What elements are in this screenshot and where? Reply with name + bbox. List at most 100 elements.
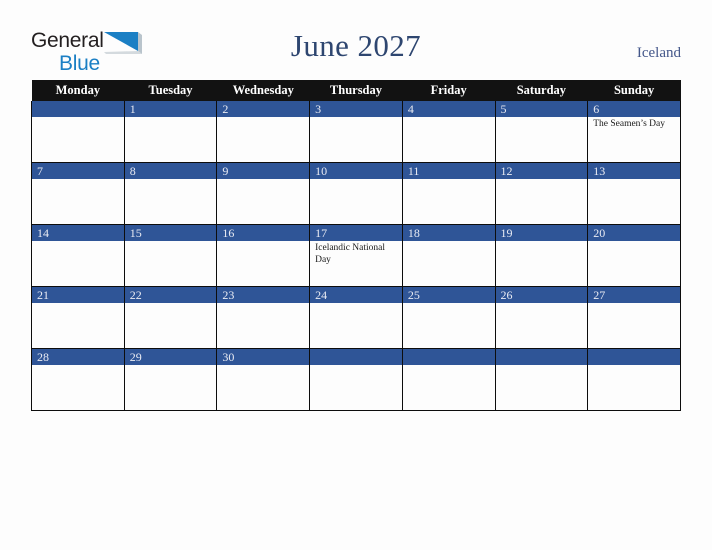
day-cell[interactable]	[401, 348, 496, 411]
calendar-container: Monday Tuesday Wednesday Thursday Friday…	[31, 80, 681, 411]
day-event	[588, 303, 680, 305]
day-event	[496, 179, 588, 181]
weekday-header-wednesday: Wednesday	[216, 80, 310, 101]
day-event	[32, 365, 124, 367]
day-event	[588, 365, 680, 367]
day-cell[interactable]: 24	[309, 286, 403, 349]
day-cell[interactable]: 1	[123, 101, 218, 163]
day-number: 19	[495, 225, 588, 241]
day-number: 3	[310, 101, 402, 117]
day-cell[interactable]: 19	[494, 224, 589, 287]
day-event: The Seamen’s Day	[593, 119, 665, 129]
day-event	[496, 241, 588, 243]
day-number: 1	[124, 101, 217, 117]
day-cell[interactable]	[31, 101, 125, 163]
day-cell[interactable]: 18	[401, 224, 496, 287]
day-number: 14	[32, 225, 124, 241]
day-number: 9	[217, 163, 310, 179]
day-number: 6	[588, 101, 680, 117]
day-event	[125, 365, 217, 367]
day-event	[32, 179, 124, 181]
day-number: 20	[588, 225, 680, 241]
day-cell[interactable]: 15	[123, 224, 218, 287]
weekday-header-monday: Monday	[31, 80, 125, 101]
day-cell[interactable]: 30	[216, 348, 311, 411]
weekday-header-row: Monday Tuesday Wednesday Thursday Friday…	[31, 80, 681, 101]
day-event: Icelandic National Day	[315, 243, 386, 265]
day-cell[interactable]: 14	[31, 224, 125, 287]
day-number: 27	[588, 287, 680, 303]
day-event	[403, 365, 495, 367]
day-cell[interactable]: 23	[216, 286, 311, 349]
day-cell[interactable]: 26	[494, 286, 589, 349]
day-cell[interactable]: 2	[216, 101, 311, 163]
day-cell[interactable]: 8	[123, 162, 218, 225]
day-number: 24	[310, 287, 402, 303]
day-event	[496, 117, 588, 119]
day-number	[588, 349, 680, 365]
calendar-body: 1 2 3 4 5 6 The Seamen’s Day 7 8 9 10 11…	[31, 101, 681, 411]
day-number: 29	[124, 349, 217, 365]
day-cell[interactable]: 16	[216, 224, 311, 287]
day-cell[interactable]: 3	[309, 101, 403, 163]
day-cell[interactable]: 12	[494, 162, 589, 225]
day-cell[interactable]	[494, 348, 589, 411]
day-event	[217, 303, 309, 305]
day-number: 25	[402, 287, 495, 303]
calendar-week-row: 1 2 3 4 5 6 The Seamen’s Day	[31, 101, 681, 163]
day-event	[403, 117, 495, 119]
day-number: 17	[310, 225, 402, 241]
country-label: Iceland	[636, 45, 681, 61]
day-event	[496, 365, 588, 367]
day-number: 15	[124, 225, 217, 241]
day-cell[interactable]: 17 Icelandic National Day	[309, 224, 403, 287]
page-header: General Blue June 2027 Iceland	[0, 0, 712, 80]
day-event	[403, 179, 495, 181]
day-event	[125, 117, 217, 119]
day-cell[interactable]: 28	[31, 348, 125, 411]
day-number: 8	[124, 163, 217, 179]
day-number: 10	[310, 163, 402, 179]
day-cell[interactable]: 13	[587, 162, 681, 225]
day-cell[interactable]: 9	[216, 162, 311, 225]
day-number	[310, 349, 402, 365]
day-event	[496, 303, 588, 305]
day-cell[interactable]: 5	[494, 101, 589, 163]
day-number: 11	[402, 163, 495, 179]
day-cell[interactable]: 27	[587, 286, 681, 349]
calendar-week-row: 28 29 30	[31, 348, 681, 411]
day-cell[interactable]: 10	[309, 162, 403, 225]
day-cell[interactable]: 29	[123, 348, 218, 411]
weekday-header-sunday: Sunday	[587, 80, 681, 101]
day-event	[32, 241, 124, 243]
weekday-header-friday: Friday	[402, 80, 496, 101]
day-number: 2	[217, 101, 310, 117]
day-number: 4	[402, 101, 495, 117]
day-cell[interactable]: 7	[31, 162, 125, 225]
day-number: 5	[495, 101, 588, 117]
day-number	[495, 349, 588, 365]
day-number: 18	[402, 225, 495, 241]
day-number: 30	[217, 349, 310, 365]
day-event	[32, 303, 124, 305]
day-event	[125, 179, 217, 181]
day-event	[125, 303, 217, 305]
day-cell[interactable]: 11	[401, 162, 496, 225]
day-number: 26	[495, 287, 588, 303]
day-cell[interactable]: 22	[123, 286, 218, 349]
day-cell[interactable]: 21	[31, 286, 125, 349]
day-event	[310, 365, 402, 367]
calendar-week-row: 14 15 16 17 Icelandic National Day 18 19…	[31, 224, 681, 287]
calendar-week-row: 21 22 23 24 25 26 27	[31, 286, 681, 349]
day-cell[interactable]: 4	[401, 101, 496, 163]
day-event	[217, 179, 309, 181]
day-number	[32, 101, 124, 117]
day-cell[interactable]: 6 The Seamen’s Day	[587, 101, 681, 163]
day-cell[interactable]: 25	[401, 286, 496, 349]
day-cell[interactable]	[587, 348, 681, 411]
day-event	[32, 117, 124, 119]
day-cell[interactable]	[309, 348, 403, 411]
day-number: 28	[32, 349, 124, 365]
day-cell[interactable]: 20	[587, 224, 681, 287]
calendar-table: Monday Tuesday Wednesday Thursday Friday…	[31, 80, 681, 411]
